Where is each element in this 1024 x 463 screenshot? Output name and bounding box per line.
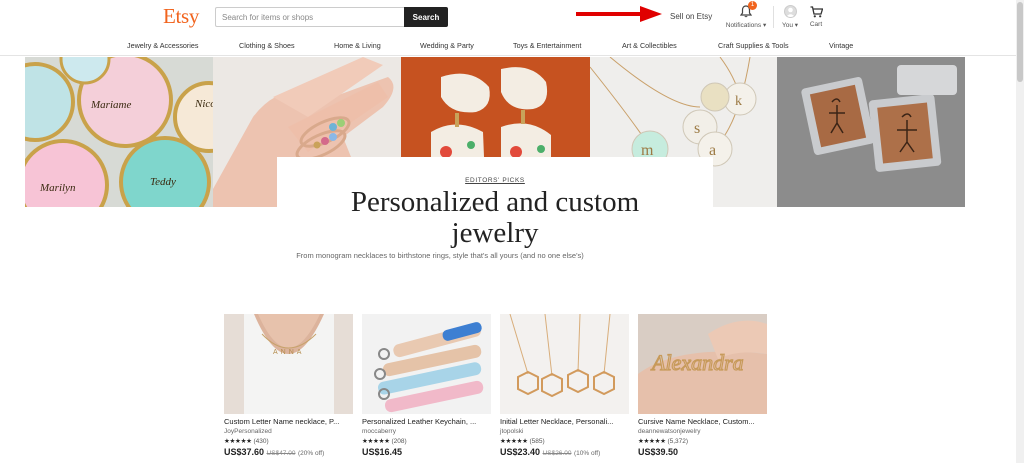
- product-price: US$37.60 US$47.00 (20% off): [224, 447, 353, 457]
- cart-label: Cart: [809, 21, 823, 28]
- sale-price: US$37.60: [224, 447, 265, 457]
- charm-letter-s: s: [694, 120, 700, 137]
- site-header: Etsy Search Sell on Etsy 1 Notifications…: [0, 0, 1024, 38]
- notification-count-badge: 1: [748, 1, 757, 10]
- shop-name[interactable]: jtopolski: [500, 428, 629, 435]
- user-icon: [785, 7, 795, 17]
- shop-name[interactable]: JoyPersonalized: [224, 428, 353, 435]
- category-vintage[interactable]: Vintage: [829, 41, 853, 50]
- sale-price: US$23.40: [500, 447, 541, 457]
- hero-image-engraved-cufflinks: [777, 57, 965, 207]
- notifications-label: Notifications ▾: [725, 22, 767, 29]
- sale-price: US$39.50: [638, 447, 679, 457]
- category-art-collectibles[interactable]: Art & Collectibles: [622, 41, 677, 50]
- sale-price: US$16.45: [362, 447, 403, 457]
- product-rating: ★★★★★ (208): [362, 437, 491, 445]
- page-scrollbar[interactable]: [1016, 0, 1024, 463]
- product-grid: ANNA Custom Letter Name necklace, P... J…: [224, 314, 769, 463]
- shop-name[interactable]: moccaberry: [362, 428, 491, 435]
- header-divider: [773, 6, 774, 28]
- product-image-leather-keychain[interactable]: [362, 314, 491, 414]
- product-rating: ★★★★★ (585): [500, 437, 629, 445]
- page-subtitle: From monogram necklaces to birthstone ri…: [296, 251, 584, 260]
- product-card[interactable]: Initial Letter Necklace, Personali... jt…: [500, 314, 629, 457]
- annotation-arrow: [576, 6, 662, 22]
- review-count: (585): [529, 438, 545, 445]
- category-nav: Jewelry & Accessories Clothing & Shoes H…: [0, 38, 1024, 56]
- product-card[interactable]: ANNA Custom Letter Name necklace, P... J…: [224, 314, 353, 457]
- product-title[interactable]: Personalized Leather Keychain, ...: [362, 417, 491, 426]
- dish-name-mariame: Mariame: [90, 99, 131, 111]
- page-title-line-2: jewelry: [451, 217, 539, 249]
- product-card[interactable]: Personalized Leather Keychain, ... mocca…: [362, 314, 491, 457]
- editors-picks-link[interactable]: EDITORS' PICKS: [277, 177, 713, 184]
- scrollbar-thumb[interactable]: [1017, 2, 1023, 82]
- product-title[interactable]: Cursive Name Necklace, Custom...: [638, 417, 767, 426]
- cart-icon: [810, 5, 823, 17]
- discount-label: (10% off): [573, 450, 601, 457]
- star-rating-icon: ★★★★★: [362, 438, 390, 445]
- product-title[interactable]: Initial Letter Necklace, Personali...: [500, 417, 629, 426]
- product-rating: ★★★★★ (430): [224, 437, 353, 445]
- editors-picks-card: EDITORS' PICKS Personalized and custom j…: [277, 157, 713, 297]
- product-image-cursive-name-necklace[interactable]: Alexandra: [638, 314, 767, 414]
- original-price: US$26.00: [542, 450, 572, 457]
- review-count: (5,372): [667, 438, 689, 445]
- dish-name-marilyn: Marilyn: [39, 182, 76, 194]
- product-title[interactable]: Custom Letter Name necklace, P...: [224, 417, 353, 426]
- search-button[interactable]: Search: [404, 7, 448, 27]
- review-count: (430): [253, 438, 269, 445]
- category-home-living[interactable]: Home & Living: [334, 41, 381, 50]
- category-craft-supplies-tools[interactable]: Craft Supplies & Tools: [718, 41, 789, 50]
- charm-letter-k: k: [735, 94, 742, 109]
- page-title-line-1: Personalized and custom: [350, 186, 640, 218]
- product-image-letter-necklace[interactable]: ANNA: [224, 314, 353, 414]
- product-price: US$16.45: [362, 447, 491, 457]
- star-rating-icon: ★★★★★: [224, 438, 252, 445]
- product-price: US$23.40 US$26.00 (10% off): [500, 447, 629, 457]
- product-card[interactable]: Alexandra Cursive Name Necklace, Custom.…: [638, 314, 767, 457]
- dish-name-nico: Nico: [194, 98, 213, 110]
- necklace-letters: ANNA: [273, 349, 304, 356]
- avatar: [783, 5, 797, 18]
- you-menu-button[interactable]: You ▾: [776, 4, 804, 29]
- product-price: US$39.50: [638, 447, 767, 457]
- hero-image-ring-dishes: Mariame Nico Marilyn Teddy: [25, 57, 213, 207]
- you-label: You ▾: [781, 22, 799, 29]
- product-image-initial-necklace[interactable]: [500, 314, 629, 414]
- original-price: US$47.00: [266, 450, 296, 457]
- review-count: (208): [391, 438, 407, 445]
- shop-name[interactable]: deannewatsonjewelry: [638, 428, 767, 435]
- etsy-logo[interactable]: Etsy: [163, 4, 199, 29]
- star-rating-icon: ★★★★★: [500, 438, 528, 445]
- category-toys-entertainment[interactable]: Toys & Entertainment: [513, 41, 581, 50]
- sell-on-etsy-link[interactable]: Sell on Etsy: [670, 12, 712, 21]
- discount-label: (20% off): [297, 450, 325, 457]
- star-rating-icon: ★★★★★: [638, 438, 666, 445]
- cart-button[interactable]: Cart: [806, 4, 826, 28]
- wire-name-text: Alexandra: [650, 350, 744, 375]
- notifications-button[interactable]: 1 Notifications ▾: [721, 1, 771, 29]
- search-bar: Search: [215, 7, 448, 27]
- dish-name-teddy: Teddy: [150, 176, 176, 188]
- category-clothing-shoes[interactable]: Clothing & Shoes: [239, 41, 295, 50]
- product-rating: ★★★★★ (5,372): [638, 437, 767, 445]
- page-title: Personalized and custom jewelry: [277, 187, 713, 249]
- category-wedding-party[interactable]: Wedding & Party: [420, 41, 474, 50]
- search-input[interactable]: [215, 7, 404, 27]
- category-jewelry-accessories[interactable]: Jewelry & Accessories: [127, 41, 199, 50]
